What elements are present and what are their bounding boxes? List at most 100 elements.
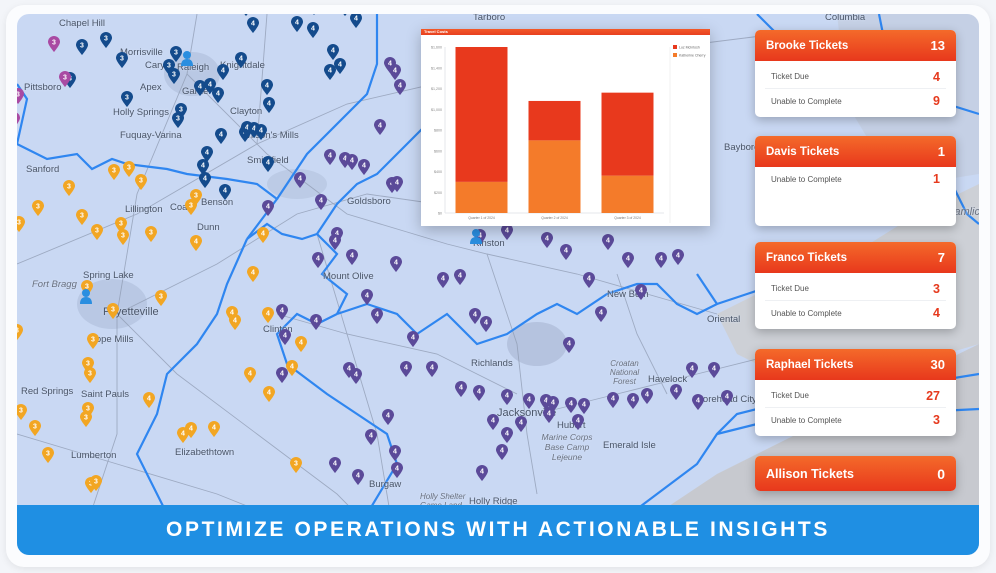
map-marker-pin-icon[interactable]: 4: [350, 368, 362, 384]
map-marker-pin-icon[interactable]: 3: [87, 333, 99, 349]
map-marker-pin-icon[interactable]: 4: [496, 444, 508, 460]
map-marker-pin-icon[interactable]: 3: [117, 229, 129, 245]
map-marker-pin-icon[interactable]: 4: [217, 64, 229, 80]
map-marker-pin-icon[interactable]: 4: [257, 227, 269, 243]
map-marker-pin-icon[interactable]: 4: [324, 149, 336, 165]
map-marker-pin-icon[interactable]: 4: [346, 249, 358, 265]
map-marker-pin-icon[interactable]: 4: [389, 445, 401, 461]
map-marker-pin-icon[interactable]: 4: [295, 336, 307, 352]
map-marker-pin-icon[interactable]: 4: [291, 16, 303, 32]
map-marker-pin-icon[interactable]: 4: [286, 360, 298, 376]
map-marker-pin-icon[interactable]: 3: [42, 447, 54, 463]
map-marker-pin-icon[interactable]: 3: [84, 367, 96, 383]
map-marker-pin-icon[interactable]: 4: [229, 314, 241, 330]
map-marker-pin-icon[interactable]: 4: [708, 362, 720, 378]
map-marker-pin-icon[interactable]: 4: [454, 269, 466, 285]
map-marker-pin-icon[interactable]: 4: [185, 422, 197, 438]
map-marker-pin-icon[interactable]: 4: [541, 232, 553, 248]
map-marker-pin-icon[interactable]: 4: [240, 14, 252, 16]
ticket-card-raphael[interactable]: Raphael Tickets 30 Ticket Due 27 Unable …: [755, 349, 956, 436]
map-marker-pin-icon[interactable]: 4: [247, 266, 259, 282]
map-marker-pin-icon[interactable]: 4: [455, 381, 467, 397]
map-marker-pin-icon[interactable]: 4: [374, 119, 386, 135]
map-marker-pin-icon[interactable]: 4: [578, 398, 590, 414]
map-marker-pin-icon[interactable]: 3: [145, 226, 157, 242]
map-marker-pin-icon[interactable]: 3: [17, 216, 25, 232]
map-marker-pin-icon[interactable]: 4: [670, 384, 682, 400]
map-marker-pin-icon[interactable]: 4: [692, 394, 704, 410]
map-marker-pin-icon[interactable]: 4: [352, 469, 364, 485]
map-marker-pin-icon[interactable]: 4: [686, 362, 698, 378]
map-marker-pin-icon[interactable]: 4: [487, 414, 499, 430]
map-marker-pin-icon[interactable]: 4: [437, 272, 449, 288]
map-marker-pin-icon[interactable]: 4: [501, 427, 513, 443]
map-marker-pin-icon[interactable]: 4: [279, 329, 291, 345]
map-marker-pin-icon[interactable]: 4: [407, 331, 419, 347]
map-marker-pin-icon[interactable]: 4: [312, 252, 324, 268]
map-marker-pin-icon[interactable]: 4: [672, 249, 684, 265]
map-marker-pin-icon[interactable]: 3: [59, 71, 71, 87]
map-marker-pin-icon[interactable]: 4: [261, 79, 273, 95]
map-marker-pin-icon[interactable]: 3: [76, 209, 88, 225]
map-marker-pin-icon[interactable]: 4: [262, 307, 274, 323]
technician-person-icon[interactable]: [79, 288, 93, 306]
map-marker-pin-icon[interactable]: 4: [480, 316, 492, 332]
map-marker-pin-icon[interactable]: 4: [329, 234, 341, 250]
map-marker-pin-icon[interactable]: 4: [199, 172, 211, 188]
map-marker-pin-icon[interactable]: 4: [607, 392, 619, 408]
map-marker-pin-icon[interactable]: 4: [219, 184, 231, 200]
map-marker-pin-icon[interactable]: 4: [307, 22, 319, 38]
map-marker-pin-icon[interactable]: 4: [235, 52, 247, 68]
map-marker-pin-icon[interactable]: 4: [262, 200, 274, 216]
map-marker-pin-icon[interactable]: 4: [382, 409, 394, 425]
map-marker-pin-icon[interactable]: 4: [244, 367, 256, 383]
map-marker-pin-icon[interactable]: 3: [100, 32, 112, 48]
map-marker-pin-icon[interactable]: 4: [143, 392, 155, 408]
map-marker-pin-icon[interactable]: 4: [595, 306, 607, 322]
map-marker-pin-icon[interactable]: 4: [583, 272, 595, 288]
map-marker-pin-icon[interactable]: 4: [473, 385, 485, 401]
map-marker-pin-icon[interactable]: 4: [391, 176, 403, 192]
map-marker-pin-icon[interactable]: 3: [190, 189, 202, 205]
map-marker-pin-icon[interactable]: 3: [17, 404, 27, 420]
map-marker-pin-icon[interactable]: 3: [290, 457, 302, 473]
map-marker-pin-icon[interactable]: 4: [391, 462, 403, 478]
map-marker-pin-icon[interactable]: 3: [32, 200, 44, 216]
map-marker-pin-icon[interactable]: 3: [17, 88, 24, 104]
map-marker-pin-icon[interactable]: 3: [91, 224, 103, 240]
map-marker-pin-icon[interactable]: 4: [262, 156, 274, 172]
map-marker-pin-icon[interactable]: 3: [135, 174, 147, 190]
map-marker-pin-icon[interactable]: 4: [212, 87, 224, 103]
map-marker-pin-icon[interactable]: 4: [572, 414, 584, 430]
map-marker-pin-icon[interactable]: 4: [635, 284, 647, 300]
map-marker-pin-icon[interactable]: 4: [394, 79, 406, 95]
map-marker-pin-icon[interactable]: 4: [523, 393, 535, 409]
map-marker-pin-icon[interactable]: 4: [263, 97, 275, 113]
map-marker-pin-icon[interactable]: 4: [622, 252, 634, 268]
map-marker-pin-icon[interactable]: 3: [168, 68, 180, 84]
map-marker-pin-icon[interactable]: 4: [208, 421, 220, 437]
map-marker-pin-icon[interactable]: 3: [90, 475, 102, 491]
map-marker-pin-icon[interactable]: 3: [76, 39, 88, 55]
map-marker-pin-icon[interactable]: 4: [263, 386, 275, 402]
ticket-card-franco[interactable]: Franco Tickets 7 Ticket Due 3 Unable to …: [755, 242, 956, 329]
map-marker-pin-icon[interactable]: 3: [29, 420, 41, 436]
map-marker-pin-icon[interactable]: 4: [655, 252, 667, 268]
map-marker-pin-icon[interactable]: 4: [358, 159, 370, 175]
map-marker-pin-icon[interactable]: 4: [308, 14, 320, 15]
map-marker-pin-icon[interactable]: 4: [361, 289, 373, 305]
map-marker-pin-icon[interactable]: 4: [501, 389, 513, 405]
map-marker-pin-icon[interactable]: 3: [63, 180, 75, 196]
map-marker-pin-icon[interactable]: 3: [116, 52, 128, 68]
technician-person-icon[interactable]: [180, 50, 194, 68]
map-marker-pin-icon[interactable]: 3: [172, 112, 184, 128]
map-marker-pin-icon[interactable]: 4: [476, 465, 488, 481]
map-marker-pin-icon[interactable]: 4: [390, 256, 402, 272]
ticket-card-allison[interactable]: Allison Tickets 0: [755, 456, 956, 491]
map-marker-pin-icon[interactable]: 3: [17, 324, 23, 340]
ticket-card-brooke[interactable]: Brooke Tickets 13 Ticket Due 4 Unable to…: [755, 30, 956, 117]
map-marker-pin-icon[interactable]: 3: [107, 303, 119, 319]
map-marker-pin-icon[interactable]: 4: [560, 244, 572, 260]
map-marker-pin-icon[interactable]: 4: [294, 172, 306, 188]
map-marker-pin-icon[interactable]: 4: [389, 64, 401, 80]
